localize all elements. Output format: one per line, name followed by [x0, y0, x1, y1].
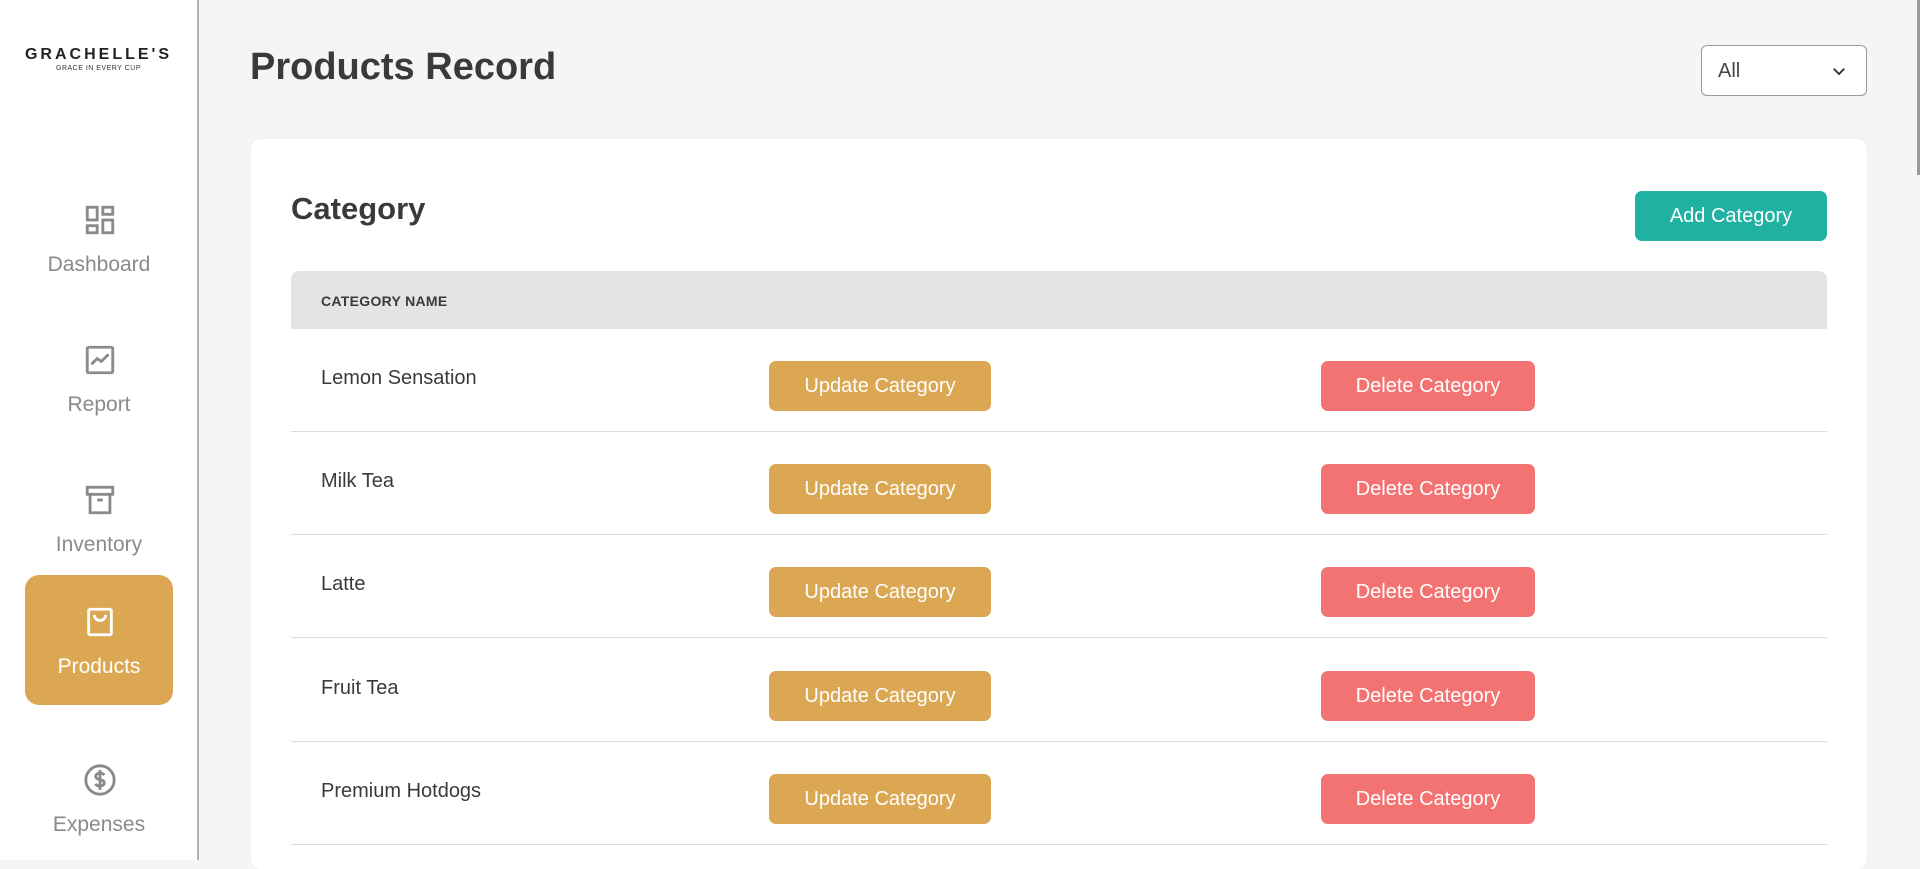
sidebar-item-expenses[interactable]: Expenses [25, 733, 173, 863]
page-title: Products Record [250, 46, 557, 88]
category-filter-select[interactable]: All [1701, 45, 1867, 96]
dollar-circle-icon [83, 763, 117, 797]
category-card: Category Add Category CATEGORY NAME Lemo… [251, 139, 1867, 869]
shopping-bag-icon [83, 605, 117, 639]
update-category-button[interactable]: Update Category [769, 774, 991, 824]
sidebar-item-inventory[interactable]: Inventory [25, 453, 173, 583]
sidebar-item-dashboard[interactable]: Dashboard [25, 173, 173, 303]
table-row: Milk Tea Update Category Delete Category [291, 432, 1827, 535]
table-row: Latte Update Category Delete Category [291, 535, 1827, 638]
archive-box-icon [83, 483, 117, 517]
sidebar-item-label: Expenses [52, 813, 146, 836]
category-name: Milk Tea [321, 470, 394, 492]
sidebar-item-label: Dashboard [47, 253, 151, 276]
table-row: Premium Hotdogs Update Category Delete C… [291, 742, 1827, 845]
delete-category-button[interactable]: Delete Category [1321, 464, 1535, 514]
card-title: Category [291, 191, 426, 226]
delete-category-button[interactable]: Delete Category [1321, 671, 1535, 721]
category-name: Latte [321, 573, 366, 595]
update-category-button[interactable]: Update Category [769, 464, 991, 514]
update-category-button[interactable]: Update Category [769, 671, 991, 721]
chart-icon [83, 343, 117, 377]
table-header: CATEGORY NAME [291, 271, 1827, 329]
table-row: Lemon Sensation Update Category Delete C… [291, 329, 1827, 432]
category-name: Lemon Sensation [321, 367, 477, 389]
add-category-button[interactable]: Add Category [1635, 191, 1827, 241]
delete-category-button[interactable]: Delete Category [1321, 774, 1535, 824]
brand-logo[interactable]: GRACHELLE'S GRACE IN EVERY CUP [0, 46, 197, 72]
update-category-button[interactable]: Update Category [769, 361, 991, 411]
update-category-button[interactable]: Update Category [769, 567, 991, 617]
filter-selected-value: All [1718, 60, 1741, 82]
delete-category-button[interactable]: Delete Category [1321, 361, 1535, 411]
sidebar: GRACHELLE'S GRACE IN EVERY CUP Dashboard… [0, 0, 199, 860]
category-name: Fruit Tea [321, 677, 399, 699]
table-row: Fruit Tea Update Category Delete Categor… [291, 639, 1827, 742]
sidebar-item-report[interactable]: Report [25, 313, 173, 443]
column-header-category-name: CATEGORY NAME [321, 293, 448, 309]
sidebar-item-label: Products [57, 655, 141, 678]
brand-name: GRACHELLE'S [24, 46, 173, 63]
dashboard-icon [83, 203, 117, 237]
sidebar-item-label: Report [67, 393, 131, 416]
sidebar-item-products[interactable]: Products [25, 575, 173, 705]
sidebar-item-label: Inventory [55, 533, 143, 556]
category-name: Premium Hotdogs [321, 780, 482, 802]
chevron-down-icon [1830, 62, 1848, 80]
delete-category-button[interactable]: Delete Category [1321, 567, 1535, 617]
brand-tagline: GRACE IN EVERY CUP [56, 65, 141, 72]
